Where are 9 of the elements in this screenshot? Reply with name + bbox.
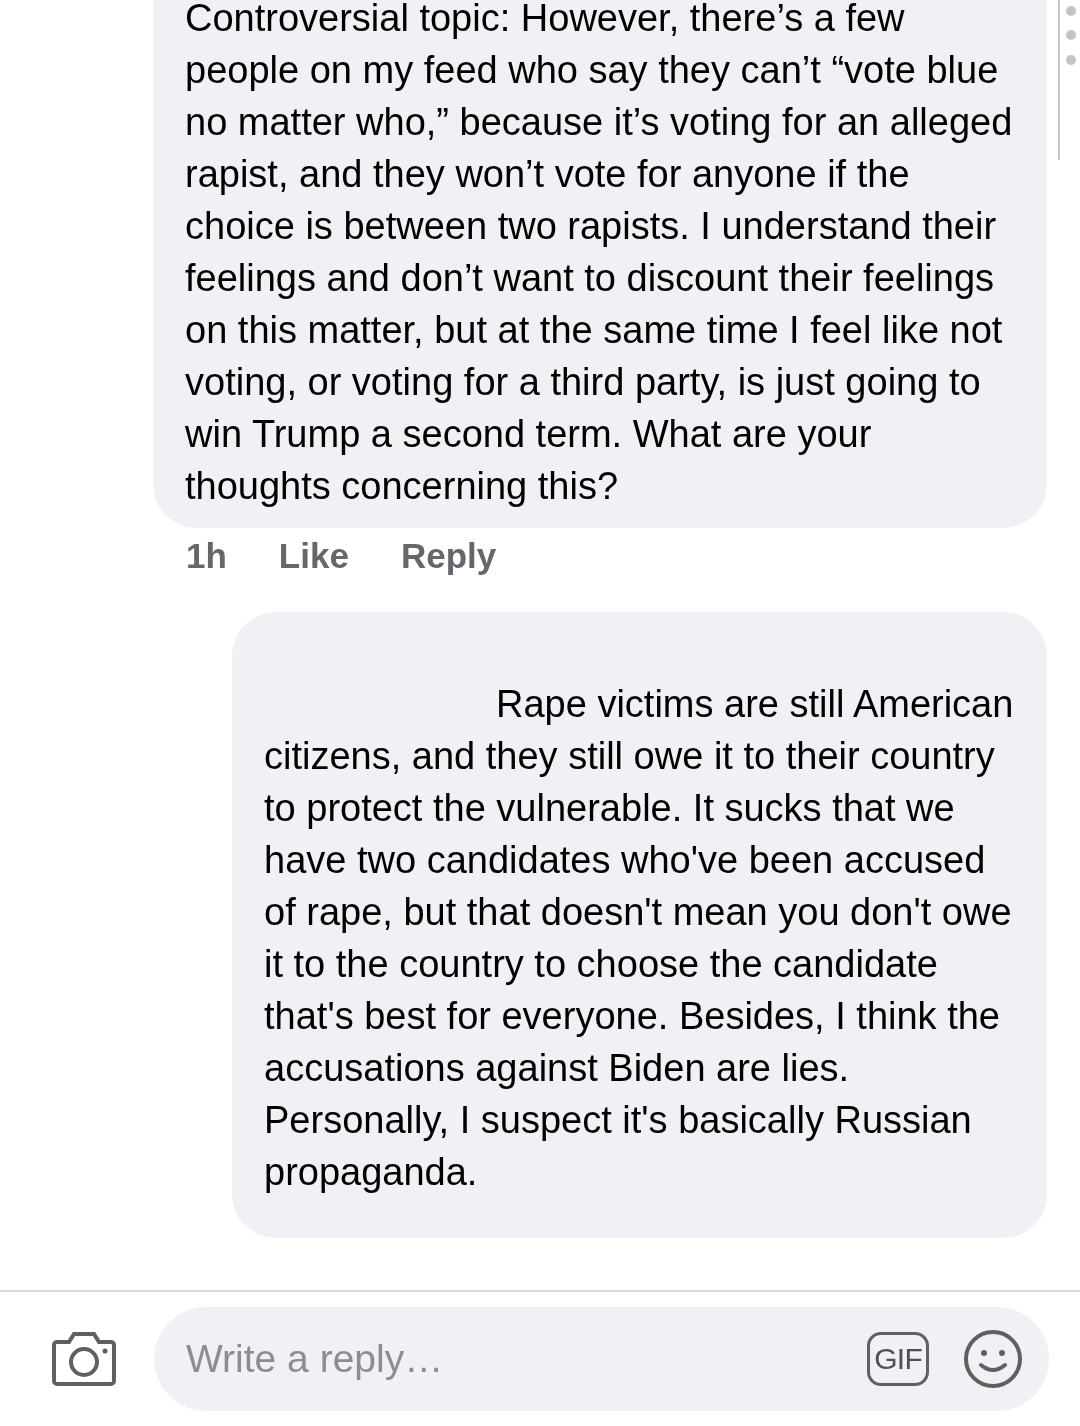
comment-text: Controversial topic: However, there’s a few people on my feed who say they can’t “vote blue no matter who,” because it’s voting for an alleged rapist, and they won’t vote for anyone if the choice is between two rapists. I understand their feelings and don’t want to discount their feelings on this matter, but at the same time I feel like not voting, or voting for a third party, is just going to win Trump a second term. What are your thoughts concerning this? bbox=[153, 0, 1047, 528]
camera-icon[interactable] bbox=[51, 1330, 117, 1388]
reply-link[interactable]: Reply bbox=[400, 534, 497, 578]
comment-text: Rape victims are still American citizens, and they still owe it to their country to protect the vulnerable. It sucks that we have two candidates who've been accused of rape, but that doesn't mean you don't owe it to the country to choose the candidate that's best for everyone. Besides, I think the accusations against Biden are lies. Personally, I suspect it's basically Russian propaganda. bbox=[232, 612, 1047, 1238]
like-link[interactable]: Like bbox=[278, 534, 349, 578]
timestamp: 1h bbox=[186, 535, 227, 577]
emoji-icon[interactable] bbox=[963, 1329, 1023, 1389]
gif-button[interactable]: GIF bbox=[867, 1332, 929, 1386]
reply-input[interactable]: Write a reply… GIF bbox=[154, 1307, 1049, 1411]
